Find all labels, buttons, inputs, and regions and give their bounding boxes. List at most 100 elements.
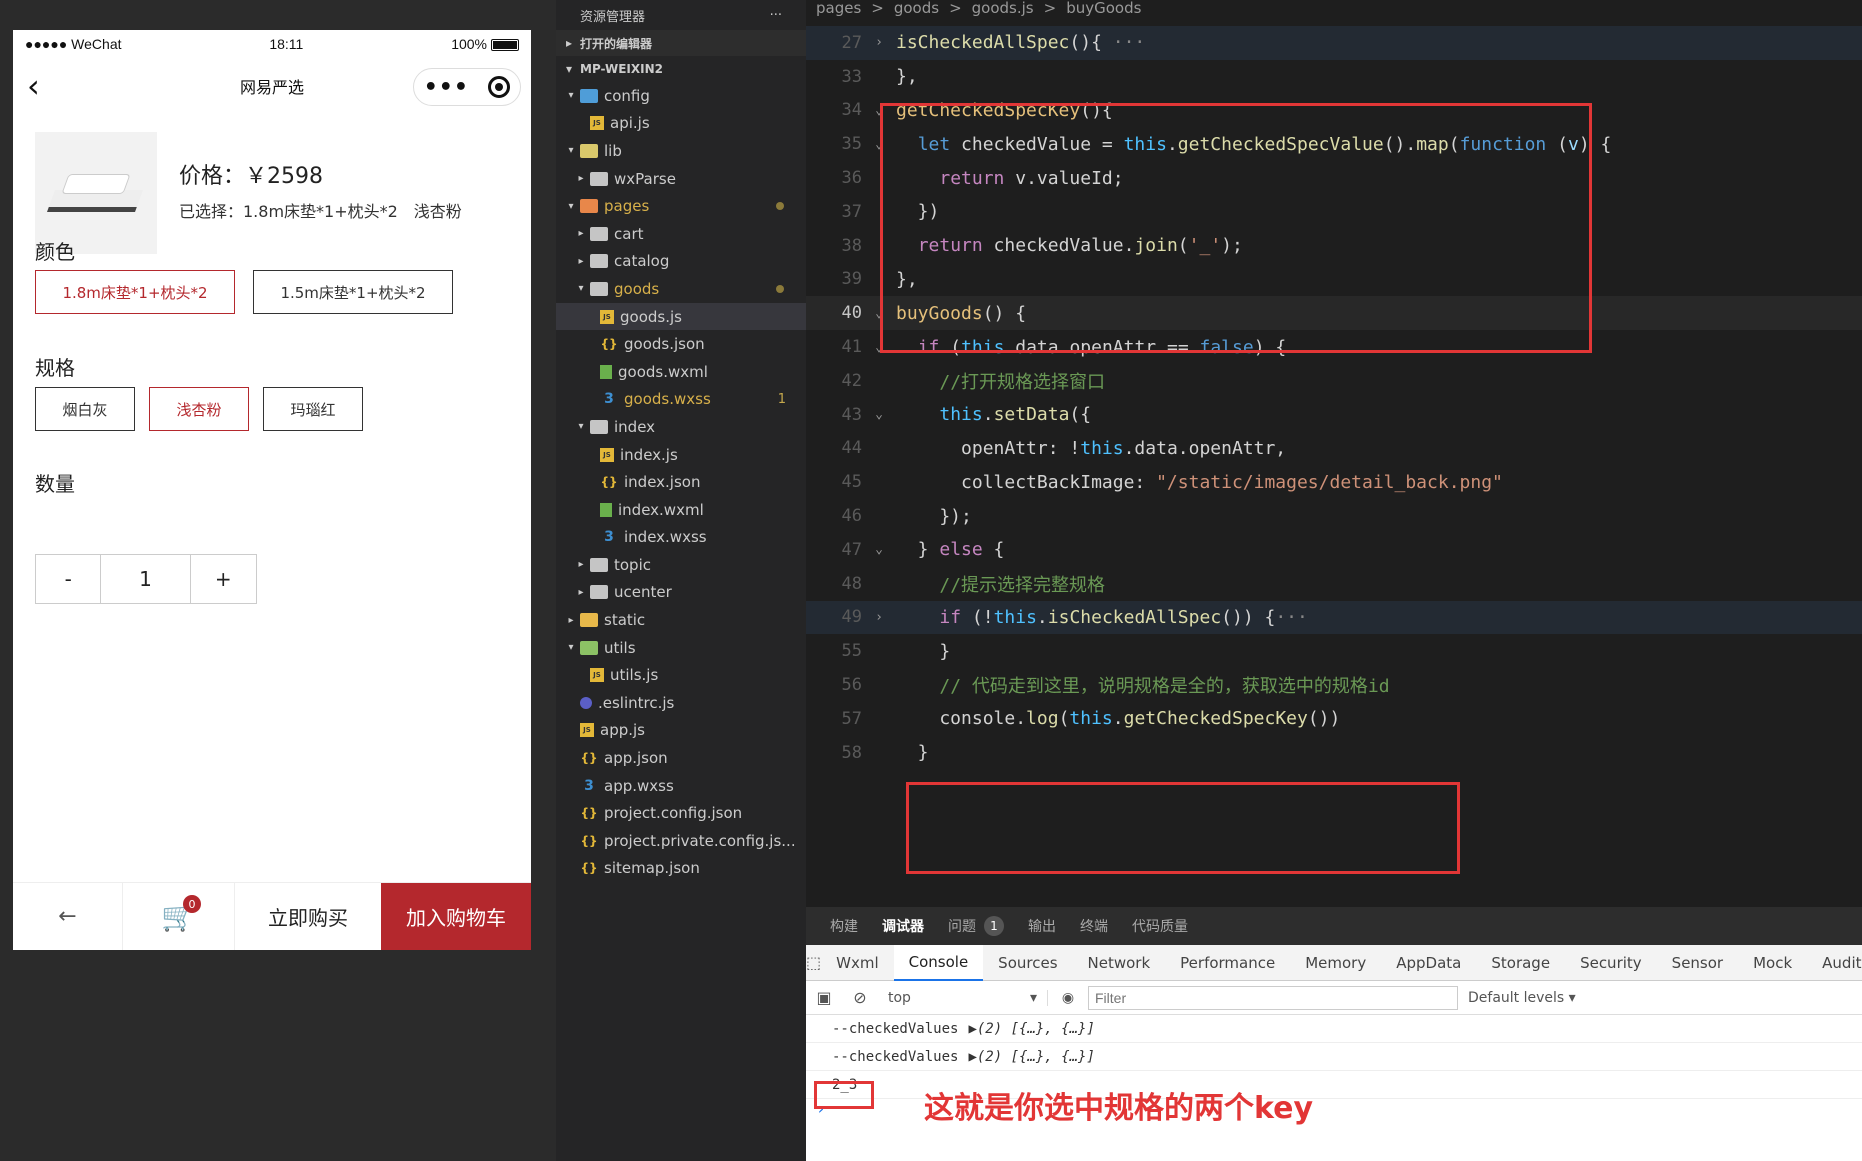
tab-debugger[interactable]: 调试器 — [882, 916, 924, 936]
code-line[interactable]: 47 ⌄ } else { — [806, 533, 1862, 567]
tree-item[interactable]: {} sitemap.json — [556, 855, 806, 883]
tree-item[interactable]: ▾ utils — [556, 634, 806, 662]
tab-output[interactable]: 输出 — [1028, 916, 1056, 936]
fold-toggle-icon[interactable]: ⌄ — [862, 407, 896, 422]
decrease-button[interactable]: - — [36, 555, 102, 603]
tree-item[interactable]: ▸ topic — [556, 551, 806, 579]
tree-item[interactable]: ▸ catalog — [556, 248, 806, 276]
devtools-tab-mock[interactable]: Mock — [1738, 945, 1807, 981]
devtools-tab-wxml[interactable]: Wxml — [821, 945, 894, 981]
code-line[interactable]: 57 console.log(this.getCheckedSpecKey()) — [806, 702, 1862, 736]
tree-item[interactable]: ▾ lib — [556, 137, 806, 165]
log-levels-select[interactable]: Default levels ▾ — [1468, 990, 1576, 1006]
devtools-tab-performance[interactable]: Performance — [1165, 945, 1290, 981]
tree-item[interactable]: ▸ cart — [556, 220, 806, 248]
tree-item[interactable]: JS app.js — [556, 717, 806, 745]
tree-item[interactable]: {} index.json — [556, 468, 806, 496]
code-line[interactable]: 40 ⌄ buyGoods() { — [806, 296, 1862, 331]
breadcrumb-item[interactable]: goods — [894, 0, 939, 16]
tree-item[interactable]: 3 goods.wxss 1 — [556, 386, 806, 414]
code-line[interactable]: 56 // 代码走到这里，说明规格是全的，获取选中的规格id — [806, 668, 1862, 702]
project-section[interactable]: ▾ MP-WEIXIN2 — [556, 56, 806, 82]
tree-item[interactable]: 3 app.wxss — [556, 772, 806, 800]
devtools-tab-console[interactable]: Console — [893, 944, 984, 981]
tree-item[interactable]: {} goods.json — [556, 330, 806, 358]
back-arrow-button[interactable]: ← — [13, 883, 123, 950]
color-option-2[interactable]: 1.5m床垫*1+枕头*2 — [253, 270, 453, 314]
code-line[interactable]: 35 ⌄ let checkedValue = this.getCheckedSp… — [806, 127, 1862, 161]
tree-item[interactable]: ▾ config — [556, 82, 806, 110]
devtools-tab-storage[interactable]: Storage — [1476, 945, 1565, 981]
sidebar-toggle-icon[interactable]: ▣ — [806, 988, 842, 1007]
devtools-tab-appdata[interactable]: AppData — [1381, 945, 1476, 981]
code-line[interactable]: 36 return v.valueId; — [806, 161, 1862, 195]
clear-console-icon[interactable]: ⊘ — [842, 988, 878, 1007]
spec-option-2[interactable]: 浅杏粉 — [149, 387, 249, 431]
quantity-value[interactable]: 1 — [101, 555, 191, 603]
eye-icon[interactable]: ◉ — [1048, 990, 1088, 1006]
console-object[interactable]: ▶(2) [{…}, {…}] — [968, 1049, 1094, 1065]
code-line[interactable]: 58 } — [806, 736, 1862, 770]
tree-item[interactable]: {} project.config.json — [556, 799, 806, 827]
close-target-icon[interactable] — [488, 76, 511, 98]
back-icon[interactable]: ‹ — [27, 70, 40, 102]
code-line[interactable]: 42 //打开规格选择窗口 — [806, 364, 1862, 398]
devtools-tab-memory[interactable]: Memory — [1290, 945, 1381, 981]
fold-toggle-icon[interactable]: ⌄ — [862, 137, 896, 152]
code-line[interactable]: 46 }); — [806, 499, 1862, 533]
spec-option-1[interactable]: 烟白灰 — [35, 387, 135, 431]
code-line[interactable]: 41 ⌄ if (this.data.openAttr == false) { — [806, 330, 1862, 364]
tree-item[interactable]: goods.wxml — [556, 358, 806, 386]
fold-toggle-icon[interactable]: › — [862, 610, 896, 625]
tab-terminal[interactable]: 终端 — [1080, 916, 1108, 936]
tree-item[interactable]: ▾ pages — [556, 192, 806, 220]
tree-item[interactable]: JS api.js — [556, 110, 806, 138]
code-line[interactable]: 27 › isCheckedAllSpec(){ ··· — [806, 26, 1862, 60]
breadcrumb-item[interactable]: pages — [816, 0, 861, 16]
color-option-1[interactable]: 1.8m床垫*1+枕头*2 — [35, 270, 235, 314]
tree-item[interactable]: JS utils.js — [556, 661, 806, 689]
fold-toggle-icon[interactable]: ⌄ — [862, 542, 896, 557]
code-line[interactable]: 55 } — [806, 634, 1862, 668]
open-editors-section[interactable]: ▸ 打开的编辑器 — [556, 30, 806, 56]
filter-input[interactable] — [1088, 985, 1458, 1010]
tree-item[interactable]: ▾ index — [556, 413, 806, 441]
fold-toggle-icon[interactable]: ⌄ — [862, 103, 896, 118]
cart-button[interactable]: 🛒 0 — [123, 883, 235, 950]
tree-item[interactable]: {} project.private.config.js... — [556, 827, 806, 855]
code-line[interactable]: 43 ⌄ this.setData({ — [806, 398, 1862, 432]
tab-code-quality[interactable]: 代码质量 — [1132, 916, 1188, 936]
explorer-more-icon[interactable]: ··· — [770, 8, 782, 23]
tree-item[interactable]: index.wxml — [556, 496, 806, 524]
breadcrumb-item[interactable]: goods.js — [972, 0, 1034, 16]
code-line[interactable]: 37 }) — [806, 195, 1862, 229]
code-line[interactable]: 49 › if (!this.isCheckedAllSpec()) {··· — [806, 600, 1862, 635]
code-line[interactable]: 33}, — [806, 60, 1862, 94]
devtools-tab-network[interactable]: Network — [1073, 945, 1166, 981]
tree-item[interactable]: ▸ ucenter — [556, 579, 806, 607]
fold-toggle-icon[interactable]: ⌄ — [862, 340, 896, 355]
devtools-tab-audits[interactable]: Audits — [1807, 945, 1862, 981]
tab-problems[interactable]: 问题 1 — [948, 916, 1004, 936]
code-line[interactable]: 48 //提示选择完整规格 — [806, 567, 1862, 601]
code-line[interactable]: 34 ⌄ getCheckedSpecKey(){ — [806, 94, 1862, 128]
context-select[interactable]: top ▾ — [878, 989, 1048, 1006]
code-line[interactable]: 44 openAttr: !this.data.openAttr, — [806, 432, 1862, 466]
devtools-tab-security[interactable]: Security — [1565, 945, 1657, 981]
console-object[interactable]: ▶(2) [{…}, {…}] — [968, 1021, 1094, 1037]
tree-item[interactable]: JS index.js — [556, 441, 806, 469]
add-to-cart-button[interactable]: 加入购物车 — [381, 883, 531, 950]
devtools-tab-sensor[interactable]: Sensor — [1657, 945, 1738, 981]
fold-toggle-icon[interactable]: ⌄ — [862, 306, 896, 321]
inspect-icon[interactable]: ⬚ — [806, 953, 821, 972]
code-line[interactable]: 39}, — [806, 263, 1862, 297]
buy-now-button[interactable]: 立即购买 — [235, 883, 381, 950]
devtools-tab-sources[interactable]: Sources — [983, 945, 1072, 981]
breadcrumb-item[interactable]: buyGoods — [1066, 0, 1141, 16]
increase-button[interactable]: + — [191, 555, 256, 603]
tree-item[interactable]: ▾ goods — [556, 275, 806, 303]
fold-toggle-icon[interactable]: › — [862, 35, 896, 50]
tree-item[interactable]: JS goods.js — [556, 302, 806, 331]
tree-item[interactable]: .eslintrc.js — [556, 689, 806, 717]
tree-item[interactable]: ▸ wxParse — [556, 165, 806, 193]
